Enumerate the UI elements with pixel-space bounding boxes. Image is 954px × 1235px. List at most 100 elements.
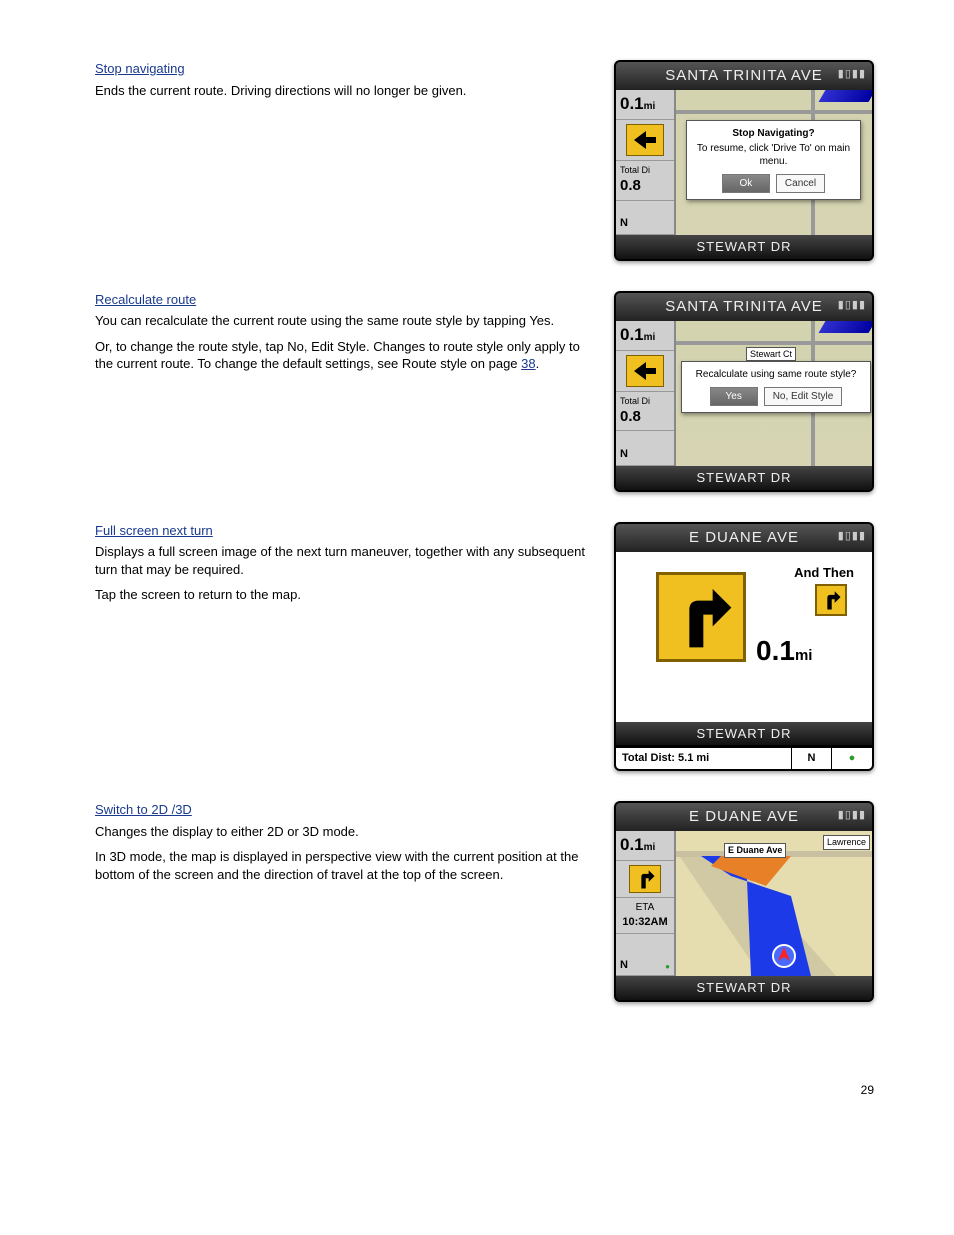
text-col: Full screen next turn Displays a full sc… <box>95 522 586 612</box>
signal-icon: ▮▯▮▮ <box>838 808 866 823</box>
dialog-recalc: Recalculate using same route style? Yes … <box>681 361 871 413</box>
map-3d[interactable]: E Duane Ave Lawrence 0.1mi ETA <box>616 831 872 976</box>
distance-value: 0.1 <box>756 635 795 666</box>
ok-button[interactable]: Ok <box>722 174 770 194</box>
title-bar: SANTA TRINITA AVE ▮▯▮▮ <box>616 293 872 321</box>
total-label: Total Di <box>620 164 670 176</box>
and-then-label: And Then <box>794 564 854 582</box>
heading-switch: Switch to 2D /3D <box>95 801 586 819</box>
status-gps-icon: ● <box>832 748 872 769</box>
distance-value: 0.1 <box>620 94 644 113</box>
compass-cell: N <box>616 431 674 466</box>
cancel-button[interactable]: Cancel <box>776 174 825 194</box>
turn-cell <box>616 861 674 898</box>
status-total-dist: Total Dist: 5.1 mi <box>616 748 792 769</box>
dialog-body: Recalculate using same route style? <box>688 368 864 382</box>
turn-left-icon <box>626 355 664 387</box>
page-ref-link[interactable]: 38 <box>521 356 535 371</box>
suffix: . <box>536 356 540 371</box>
turn-cell <box>616 351 674 392</box>
section-fullscreen: Full screen next turn Displays a full sc… <box>95 522 884 772</box>
status-compass: N <box>792 748 832 769</box>
para: Ends the current route. Driving directio… <box>95 82 586 100</box>
distance-unit: mi <box>644 101 656 112</box>
total-value: 0.8 <box>620 176 670 196</box>
eta-label: ETA <box>620 901 670 915</box>
bottom-street: STEWART DR <box>616 722 872 747</box>
turn-right-icon <box>629 865 661 893</box>
screenshot-fullscreen: E DUANE AVE ▮▯▮▮ And Then 0.1mi STEWART … <box>614 522 884 772</box>
para: Displays a full screen image of the next… <box>95 543 586 578</box>
dialog-body: To resume, click 'Drive To' on main menu… <box>693 142 854 169</box>
body-recalc: You can recalculate the current route us… <box>95 312 586 373</box>
distance-unit: mi <box>644 842 656 853</box>
distance-value: 0.1 <box>620 325 644 344</box>
map-area: 0.1mi Total Di 0.8 N <box>616 321 872 466</box>
route-segment <box>819 321 872 333</box>
dialog-buttons: Yes No, Edit Style <box>688 387 864 407</box>
left-panel: 0.1mi Total Di 0.8 N <box>616 90 676 235</box>
title-bar: E DUANE AVE ▮▯▮▮ <box>616 803 872 831</box>
road <box>676 341 872 345</box>
distance-cell: 0.1mi <box>616 831 674 861</box>
turn-left-icon <box>626 124 664 156</box>
no-edit-style-button[interactable]: No, Edit Style <box>764 387 843 407</box>
route-segment <box>819 90 872 102</box>
big-distance: 0.1mi <box>756 632 812 670</box>
para-text: Or, to change the route style, tap No, E… <box>95 339 580 372</box>
yes-button[interactable]: Yes <box>710 387 758 407</box>
compass: N <box>620 958 628 973</box>
para: In 3D mode, the map is displayed in pers… <box>95 848 586 883</box>
page: Stop navigating Ends the current route. … <box>0 0 954 1138</box>
dialog-buttons: Ok Cancel <box>693 174 854 194</box>
title-bar: E DUANE AVE ▮▯▮▮ <box>616 524 872 552</box>
text-col: Recalculate route You can recalculate th… <box>95 291 586 381</box>
para: You can recalculate the current route us… <box>95 312 586 330</box>
body-fullscreen: Displays a full screen image of the next… <box>95 543 586 604</box>
compass: N <box>620 447 628 462</box>
gps-dot-icon: ● <box>665 962 670 973</box>
compass-cell: N <box>616 201 674 236</box>
device-frame: SANTA TRINITA AVE ▮▯▮▮ 0.1mi <box>614 60 874 261</box>
top-street: E DUANE AVE <box>689 529 799 546</box>
heading-stop: Stop navigating <box>95 60 586 78</box>
top-street: E DUANE AVE <box>689 808 799 825</box>
left-panel: 0.1mi Total Di 0.8 N <box>616 321 676 466</box>
total-label: Total Di <box>620 395 670 407</box>
total-cell: Total Di 0.8 <box>616 392 674 431</box>
bottom-street: STEWART DR <box>616 466 872 490</box>
para: Tap the screen to return to the map. <box>95 586 586 604</box>
section-switch-2d3d: Switch to 2D /3D Changes the display to … <box>95 801 884 1002</box>
total-value: 0.8 <box>620 407 670 427</box>
signal-icon: ▮▯▮▮ <box>838 67 866 82</box>
road-label-lawrence: Lawrence <box>823 835 870 849</box>
body-switch: Changes the display to either 2D or 3D m… <box>95 823 586 884</box>
left-panel: 0.1mi ETA 10:32AM N <box>616 831 676 976</box>
para: Or, to change the route style, tap No, E… <box>95 338 586 373</box>
section-recalculate: Recalculate route You can recalculate th… <box>95 291 884 492</box>
text-col: Switch to 2D /3D Changes the display to … <box>95 801 586 891</box>
road-label: Stewart Ct <box>746 347 796 361</box>
signal-icon: ▮▯▮▮ <box>838 529 866 544</box>
compass-cell: N ● <box>616 934 674 977</box>
top-street: SANTA TRINITA AVE <box>665 298 823 315</box>
distance-unit: mi <box>644 332 656 343</box>
signal-icon: ▮▯▮▮ <box>838 298 866 313</box>
turn-cell <box>616 120 674 161</box>
device-frame: SANTA TRINITA AVE ▮▯▮▮ 0.1mi <box>614 291 874 492</box>
bottom-street: STEWART DR <box>616 235 872 259</box>
screenshot-stop: SANTA TRINITA AVE ▮▯▮▮ 0.1mi <box>614 60 884 261</box>
text-col: Stop navigating Ends the current route. … <box>95 60 586 107</box>
distance-unit: mi <box>795 647 813 664</box>
bottom-street: STEWART DR <box>616 976 872 1000</box>
eta-value: 10:32AM <box>620 915 670 930</box>
distance-value: 0.1 <box>620 835 644 854</box>
heading-fullscreen: Full screen next turn <box>95 522 586 540</box>
device-frame: E DUANE AVE ▮▯▮▮ And Then 0.1mi STEWART … <box>614 522 874 772</box>
device-frame: E DUANE AVE ▮▯▮▮ E Duane Ave Lawrence <box>614 801 874 1002</box>
turn-display[interactable]: And Then 0.1mi <box>616 552 872 722</box>
screenshot-recalc: SANTA TRINITA AVE ▮▯▮▮ 0.1mi <box>614 291 884 492</box>
section-stop-navigating: Stop navigating Ends the current route. … <box>95 60 884 261</box>
compass: N <box>620 216 628 231</box>
top-street: SANTA TRINITA AVE <box>665 67 823 84</box>
